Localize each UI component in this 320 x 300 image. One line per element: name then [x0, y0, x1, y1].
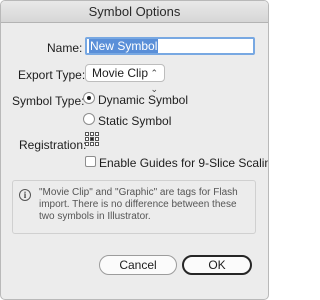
symbol-options-dialog: Symbol Options Name: New Symbol Export T…	[0, 0, 269, 300]
enable-guides-label[interactable]: Enable Guides for 9-Slice Scaling	[99, 156, 268, 170]
registration-point-middle-left[interactable]	[85, 137, 89, 141]
registration-point-center[interactable]	[90, 137, 94, 141]
name-label: Name:	[47, 41, 83, 55]
registration-point-middle-right[interactable]	[95, 137, 99, 141]
enable-guides-checkbox[interactable]	[85, 156, 96, 167]
name-input[interactable]: New Symbol	[85, 37, 255, 55]
cancel-button[interactable]: Cancel	[99, 255, 177, 275]
dynamic-symbol-radio[interactable]	[83, 92, 95, 104]
registration-point-bottom-center[interactable]	[90, 142, 94, 146]
info-icon: i	[19, 189, 31, 201]
registration-point-top-right[interactable]	[95, 132, 99, 136]
info-panel: i "Movie Clip" and "Graphic" are tags fo…	[12, 180, 256, 234]
symbol-type-label: Symbol Type:	[12, 94, 85, 108]
dynamic-symbol-label[interactable]: Dynamic Symbol	[98, 93, 188, 107]
registration-point-bottom-right[interactable]	[95, 142, 99, 146]
name-input-value: New Symbol	[89, 39, 159, 53]
registration-point-top-center[interactable]	[90, 132, 94, 136]
dialog-title: Symbol Options	[1, 1, 268, 23]
export-type-value: Movie Clip	[92, 66, 149, 80]
registration-point-grid-icon[interactable]	[85, 132, 99, 146]
info-text: "Movie Clip" and "Graphic" are tags for …	[39, 187, 238, 222]
registration-point-bottom-left[interactable]	[85, 142, 89, 146]
ok-button[interactable]: OK	[182, 255, 252, 275]
static-symbol-label[interactable]: Static Symbol	[98, 114, 171, 128]
registration-point-top-left[interactable]	[85, 132, 89, 136]
registration-label: Registration:	[19, 138, 87, 152]
static-symbol-radio[interactable]	[83, 113, 95, 125]
export-type-label: Export Type:	[18, 68, 86, 82]
export-type-select[interactable]: Movie Clip ⌃ ⌄	[85, 64, 165, 94]
